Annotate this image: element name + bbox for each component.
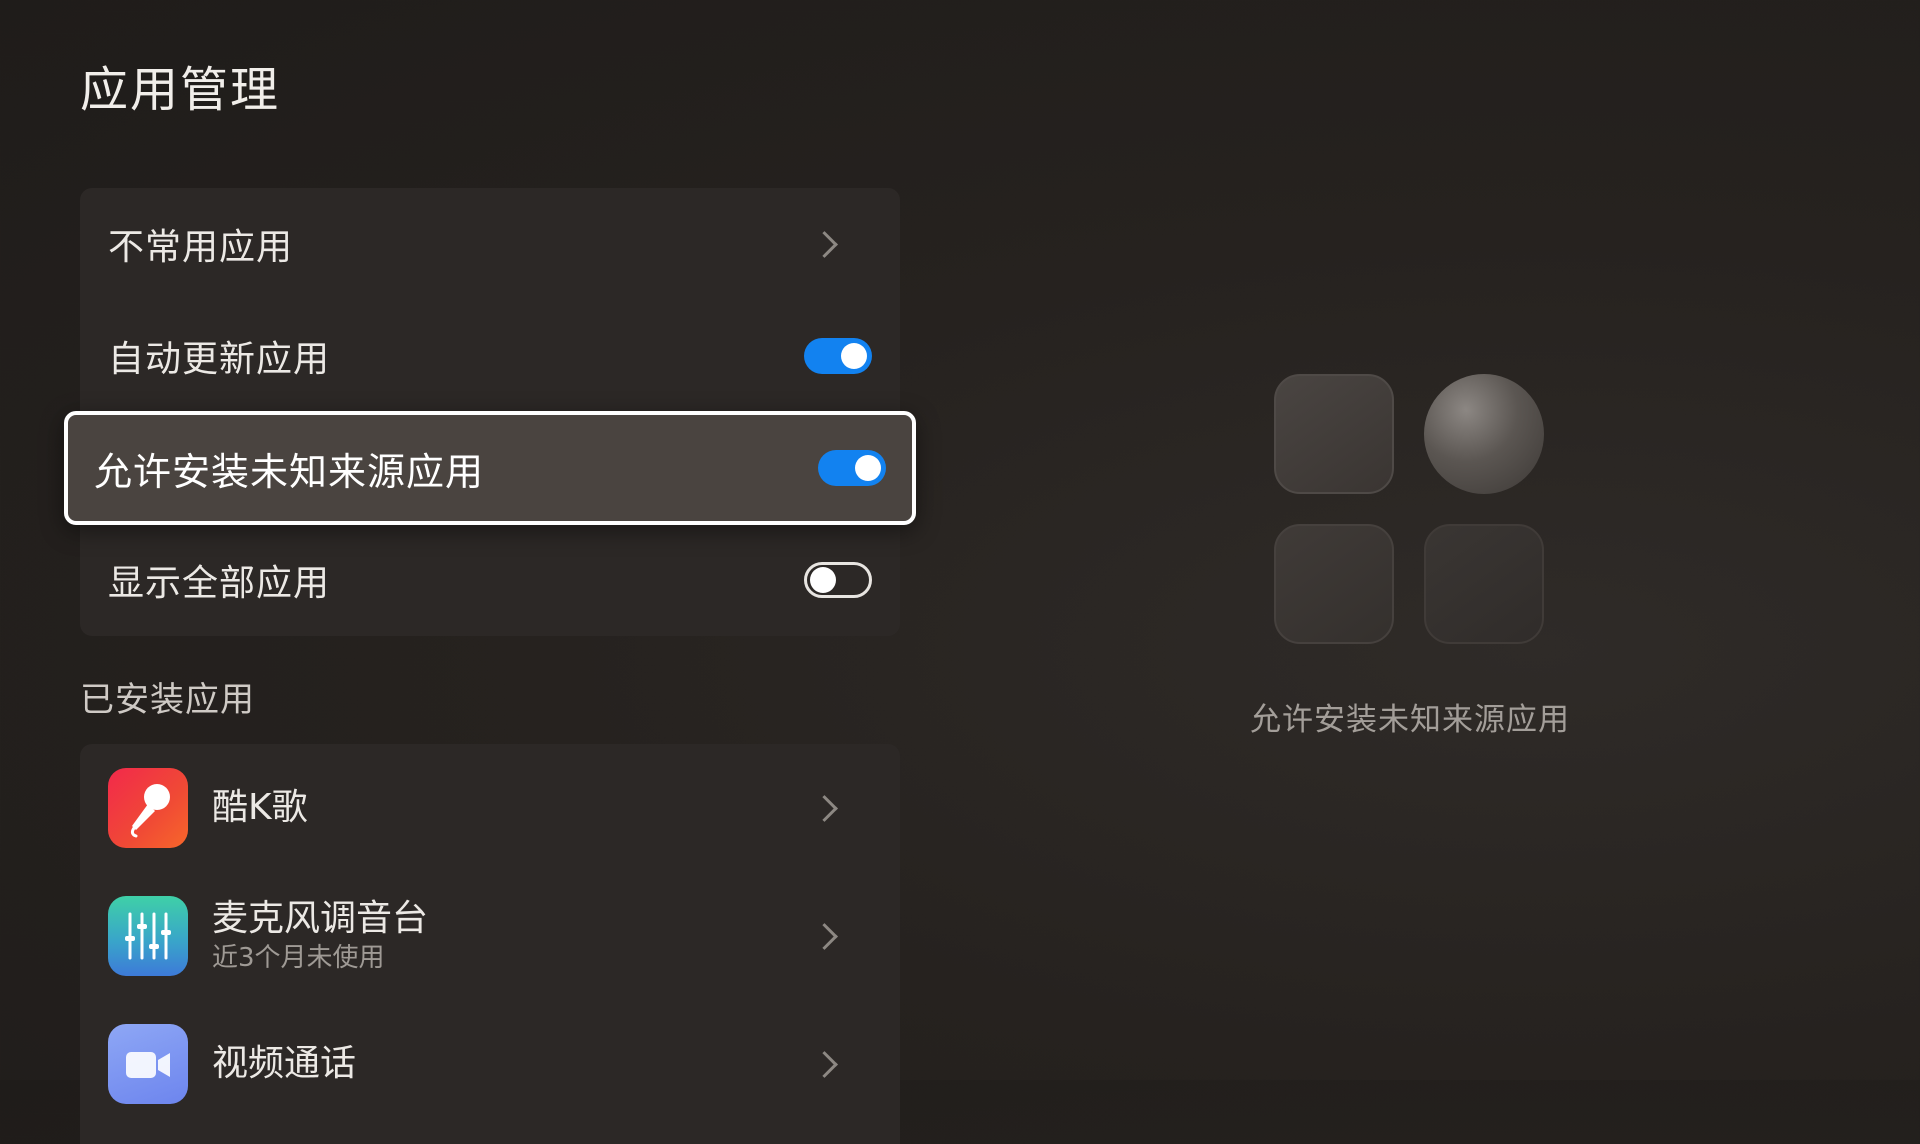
app-usage-note: 近3个月未使用 bbox=[212, 943, 385, 973]
show-all-apps-toggle[interactable] bbox=[804, 562, 872, 598]
setting-row-show-all-apps[interactable]: 显示全部应用 bbox=[80, 524, 900, 636]
setting-row-infrequent-apps[interactable]: 不常用应用 bbox=[80, 188, 900, 300]
circle-tile bbox=[1424, 374, 1544, 494]
unknown-sources-toggle[interactable] bbox=[818, 450, 886, 486]
setting-label-auto-update: 自动更新应用 bbox=[108, 339, 331, 380]
toggle-knob bbox=[841, 343, 867, 369]
chevron-right-icon bbox=[811, 230, 838, 258]
toggle-knob bbox=[855, 455, 881, 481]
video-call-icon bbox=[108, 1024, 188, 1104]
app-item-mic-mixer[interactable]: 麦克风调音台 近3个月未使用 bbox=[80, 872, 900, 1000]
app-name: 视频通话 bbox=[212, 1043, 357, 1084]
setting-row-auto-update[interactable]: 自动更新应用 bbox=[80, 300, 900, 412]
app-name: 酷K歌 bbox=[212, 787, 308, 828]
app-item-kuk-song[interactable]: 酷K歌 bbox=[80, 744, 900, 872]
setting-label-unknown-sources: 允许安装未知来源应用 bbox=[94, 449, 485, 494]
chevron-right-icon bbox=[811, 1050, 838, 1078]
app-item-video-call[interactable]: 视频通话 bbox=[80, 1000, 900, 1128]
setting-row-unknown-sources[interactable]: 允许安装未知来源应用 bbox=[64, 411, 916, 525]
page-title: 应用管理 bbox=[80, 62, 281, 118]
app-name: 麦克风调音台 bbox=[212, 898, 429, 939]
mixer-sliders-icon bbox=[108, 896, 188, 976]
setting-label-show-all-apps: 显示全部应用 bbox=[108, 563, 331, 604]
rounded-square-tile bbox=[1424, 524, 1544, 644]
setting-label-infrequent-apps: 不常用应用 bbox=[108, 227, 294, 268]
toggle-knob bbox=[810, 567, 836, 593]
rounded-square-tile bbox=[1274, 524, 1394, 644]
installed-apps-heading: 已安装应用 bbox=[80, 680, 255, 720]
karaoke-microphone-icon bbox=[108, 768, 188, 848]
preview-caption: 允许安装未知来源应用 bbox=[1250, 702, 1570, 738]
chevron-right-icon bbox=[811, 794, 838, 822]
rounded-square-tile bbox=[1274, 374, 1394, 494]
app-grid-illustration bbox=[1274, 374, 1546, 646]
chevron-right-icon bbox=[811, 922, 838, 950]
auto-update-toggle[interactable] bbox=[804, 338, 872, 374]
